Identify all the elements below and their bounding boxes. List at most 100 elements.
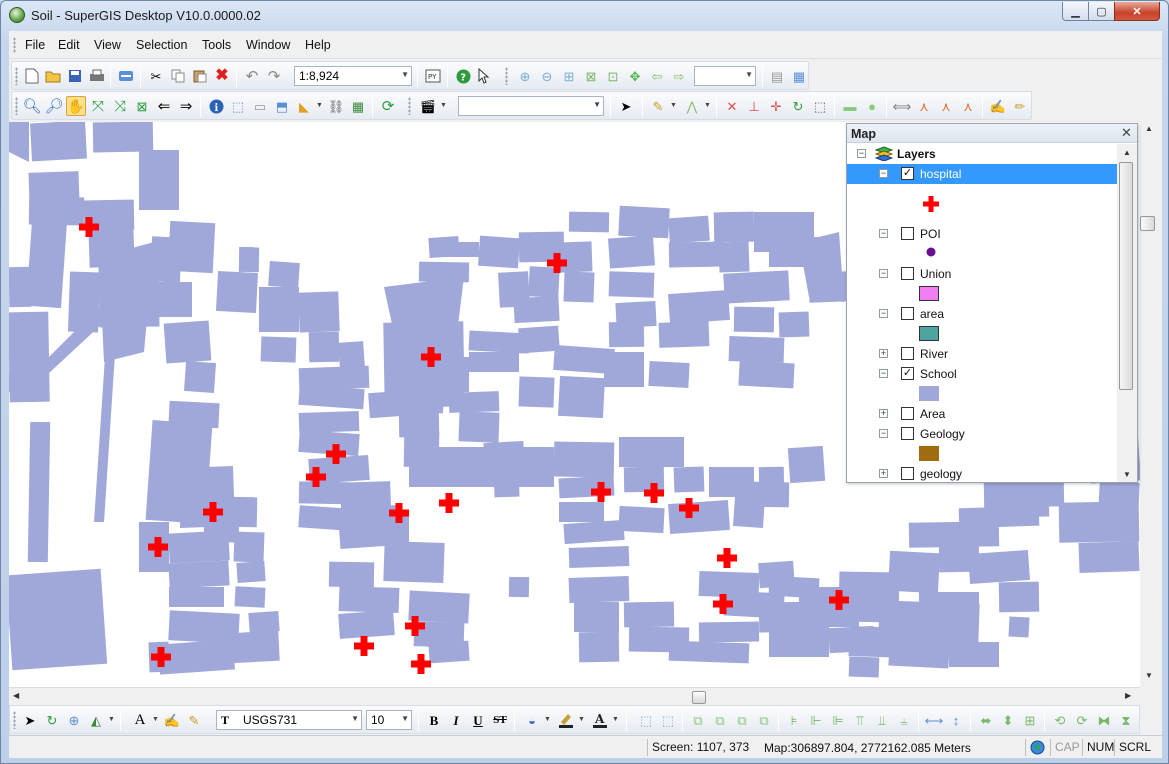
layer-row-river[interactable]: + River xyxy=(847,344,1117,364)
layer-row-geology[interactable]: − Geology xyxy=(847,424,1117,444)
back-arrow-icon[interactable]: ⇐ xyxy=(154,96,174,116)
refresh-icon[interactable]: ⟳ xyxy=(378,96,398,116)
rotate-left-icon[interactable]: ⟲ xyxy=(1050,710,1070,730)
layer-row-hospital[interactable]: − ✓ hospital xyxy=(847,164,1117,184)
fill-color-icon[interactable]: ◒ xyxy=(522,710,542,730)
menu-window[interactable]: Window xyxy=(246,38,290,52)
align-middle-icon[interactable]: ⫫ xyxy=(872,710,892,730)
layer-row-geology[interactable]: + geology xyxy=(847,464,1117,482)
zoom-in-fixed-icon[interactable]: ⊕ xyxy=(515,66,535,86)
layer-visibility-checkbox[interactable] xyxy=(901,467,914,480)
hospital-marker[interactable] xyxy=(717,548,737,568)
scroll-up-icon[interactable]: ▲ xyxy=(1123,148,1131,157)
topology-1-icon[interactable]: ⋏ xyxy=(914,96,934,116)
map-vertical-scroll-thumb[interactable] xyxy=(1140,216,1155,231)
menu-file[interactable]: File xyxy=(25,38,45,52)
expand-icon[interactable]: + xyxy=(879,469,888,478)
title-bar[interactable]: Soil - SuperGIS Desktop V10.0.0000.02 ▁ … xyxy=(1,1,1168,29)
group-icon[interactable]: ⬚ xyxy=(636,710,656,730)
toc-header[interactable]: Map ✕ xyxy=(847,124,1137,143)
collapse-icon[interactable]: − xyxy=(879,269,888,278)
scroll-down-icon[interactable]: ▼ xyxy=(1145,671,1153,680)
zoom-out-icon[interactable]: 🔎︎ xyxy=(44,96,64,116)
sketch-pencil-icon[interactable]: ✎ xyxy=(648,96,668,116)
whats-this-icon[interactable] xyxy=(475,66,495,86)
scroll-down-icon[interactable]: ▼ xyxy=(1123,470,1131,479)
layer-visibility-checkbox[interactable] xyxy=(901,307,914,320)
select-features-icon[interactable]: ⬚ xyxy=(228,96,248,116)
fixed-zoom-out-icon[interactable]: ⤨ xyxy=(110,96,130,116)
hospital-marker[interactable] xyxy=(354,636,374,656)
cut-icon[interactable]: ✂ xyxy=(146,66,166,86)
font-color-icon[interactable]: A xyxy=(590,710,610,730)
rotate-element-icon[interactable]: ↻ xyxy=(42,710,62,730)
clapperboard-icon[interactable]: 🎬︎ xyxy=(418,96,438,116)
properties-icon[interactable]: ✍ xyxy=(988,96,1008,116)
same-width-icon[interactable]: ⬌ xyxy=(976,710,996,730)
chevron-down-icon[interactable]: ▼ xyxy=(578,716,585,723)
menu-selection[interactable]: Selection xyxy=(136,38,187,52)
layer-visibility-checkbox[interactable] xyxy=(901,227,914,240)
italic-button[interactable]: I xyxy=(446,710,466,730)
minimize-button[interactable]: ▁ xyxy=(1062,2,1089,21)
layer-row-poi[interactable]: − POI xyxy=(847,224,1117,244)
pan-arrows-icon[interactable]: ✥ xyxy=(625,66,645,86)
select-elements-icon[interactable]: ➤ xyxy=(20,710,40,730)
mirror-icon[interactable]: ⟺ xyxy=(892,96,912,116)
bring-forward-icon[interactable]: ⧉ xyxy=(732,710,752,730)
globe-icon[interactable] xyxy=(1025,739,1049,756)
menu-edit[interactable]: Edit xyxy=(58,38,80,52)
send-backward-icon[interactable]: ⧉ xyxy=(754,710,774,730)
align-center-icon[interactable]: ⊩ xyxy=(806,710,826,730)
ungroup-icon[interactable]: ⬚ xyxy=(658,710,678,730)
intersect-icon[interactable]: ✛ xyxy=(766,96,786,116)
perpendicular-icon[interactable]: ⊥ xyxy=(744,96,764,116)
rotate-icon[interactable]: ↻ xyxy=(788,96,808,116)
close-icon[interactable]: ✕ xyxy=(1121,125,1132,141)
hyperlink-icon[interactable]: ▭ xyxy=(250,96,270,116)
line-color-icon[interactable] xyxy=(556,710,576,730)
circle-shape-icon[interactable]: ● xyxy=(862,96,882,116)
help-icon[interactable]: ? xyxy=(453,66,473,86)
next-extent-icon[interactable]: ⇨ xyxy=(669,66,689,86)
bold-button[interactable]: B xyxy=(424,710,444,730)
edit-text-icon[interactable]: ✍ xyxy=(162,710,182,730)
layer-visibility-checkbox[interactable] xyxy=(901,407,914,420)
toolbar-grip[interactable] xyxy=(15,97,18,115)
text-tool-icon[interactable]: A xyxy=(130,710,150,730)
map-scale-combo[interactable]: 1:8,924 ▼ xyxy=(294,66,412,86)
zoom-full-icon[interactable]: ⊡ xyxy=(603,66,623,86)
toc-scroll-thumb[interactable] xyxy=(1119,162,1133,390)
draw-shape-icon[interactable]: ◭ xyxy=(86,710,106,730)
collapse-icon[interactable]: − xyxy=(879,429,888,438)
distribute-vertical-icon[interactable]: ↕ xyxy=(946,710,966,730)
zoom-out-fixed-icon[interactable]: ⊖ xyxy=(537,66,557,86)
forward-arrow-icon[interactable]: ⇒ xyxy=(176,96,196,116)
map-horizontal-scrollbar[interactable]: ◀ ▶ xyxy=(9,687,1140,705)
redo-icon[interactable]: ↷ xyxy=(264,66,284,86)
align-top-icon[interactable]: ⫪ xyxy=(850,710,870,730)
toolbar-grip[interactable] xyxy=(13,711,16,729)
identify-icon[interactable]: i xyxy=(206,96,226,116)
layer-row-union[interactable]: − Union xyxy=(847,264,1117,284)
chevron-down-icon[interactable]: ▼ xyxy=(544,716,551,723)
map-tips-icon[interactable]: ⬒ xyxy=(272,96,292,116)
zoom-to-layer-icon[interactable]: ⊠ xyxy=(132,96,152,116)
chevron-down-icon[interactable]: ▼ xyxy=(440,102,447,109)
chevron-down-icon[interactable]: ▼ xyxy=(670,102,677,109)
layer-row-area[interactable]: + Area xyxy=(847,404,1117,424)
open-folder-icon[interactable] xyxy=(43,66,63,86)
chevron-down-icon[interactable]: ▼ xyxy=(612,716,619,723)
link-icon[interactable]: ⛓ xyxy=(326,96,346,116)
expand-icon[interactable]: + xyxy=(879,409,888,418)
chevron-down-icon[interactable]: ▼ xyxy=(152,716,159,723)
send-back-icon[interactable]: ⧉ xyxy=(710,710,730,730)
collapse-icon[interactable]: − xyxy=(857,149,866,158)
edit-annotation-icon[interactable]: ✏ xyxy=(1010,96,1030,116)
menubar-grip[interactable] xyxy=(13,37,16,53)
chevron-down-icon[interactable]: ▼ xyxy=(704,102,711,109)
measure-icon[interactable]: ◣ xyxy=(294,96,314,116)
attributes-icon[interactable]: ⬚ xyxy=(810,96,830,116)
scroll-left-icon[interactable]: ◀ xyxy=(13,691,19,700)
same-height-icon[interactable]: ⬍ xyxy=(998,710,1018,730)
